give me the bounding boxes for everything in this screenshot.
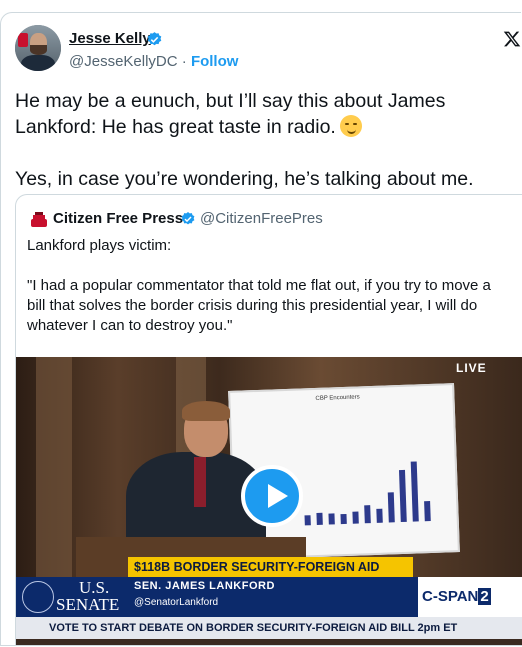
author-avatar[interactable]: [15, 25, 61, 71]
x-logo-icon[interactable]: [503, 30, 521, 48]
quoted-text: Lankford plays victim: "I had a popular …: [27, 236, 507, 336]
network-logo-text: C-SPAN 2: [422, 588, 491, 605]
senate-seal-icon: [22, 581, 54, 613]
separator-dot: ·: [181, 53, 187, 70]
tweet-text-line2: Yes, in case you’re wondering, he’s talk…: [15, 168, 474, 190]
station-logo-icon: [18, 33, 28, 47]
quoted-text-line2: "I had a popular commentator that told m…: [27, 277, 491, 334]
verified-badge-icon: [181, 212, 195, 225]
follow-button[interactable]: Follow: [191, 53, 239, 70]
play-icon[interactable]: [241, 465, 303, 527]
headline-banner: $118B BORDER SECURITY-FOREIGN AID PACKAG…: [128, 557, 413, 594]
quoted-text-line1: Lankford plays victim:: [27, 237, 172, 254]
quoted-tweet[interactable]: Citizen Free Press @CitizenFreePres Lank…: [15, 194, 522, 646]
news-ticker: VOTE TO START DEBATE ON BORDER SECURITY-…: [16, 617, 522, 639]
author-handle[interactable]: @JesseKellyDC: [69, 53, 178, 70]
quoted-author-handle[interactable]: @CitizenFreePres: [200, 210, 323, 227]
chart-poster-title: CBP Encounters: [315, 394, 360, 402]
speaker-name: SEN. JAMES LANKFORD: [134, 580, 275, 592]
speaker-handle: @SenatorLankford: [134, 597, 219, 608]
smirking-face-icon: [339, 115, 362, 137]
tweet-text: He may be a eunuch, but I’ll say this ab…: [15, 88, 515, 192]
live-label: LIVE: [456, 361, 487, 375]
chamber-line2: SENATE: [56, 595, 120, 614]
author-meta: @JesseKellyDC · Follow: [69, 53, 238, 70]
quoted-author-name[interactable]: Citizen Free Press: [53, 210, 183, 227]
verified-badge-icon: [147, 32, 162, 46]
video-player[interactable]: CBP Encounters LIVE $118B BORDER SECURIT…: [16, 357, 522, 645]
citizen-free-press-logo-icon: [31, 212, 47, 227]
author-name[interactable]: Jesse Kelly: [69, 30, 151, 47]
tweet-text-line1: He may be a eunuch, but I’ll say this ab…: [15, 90, 446, 138]
